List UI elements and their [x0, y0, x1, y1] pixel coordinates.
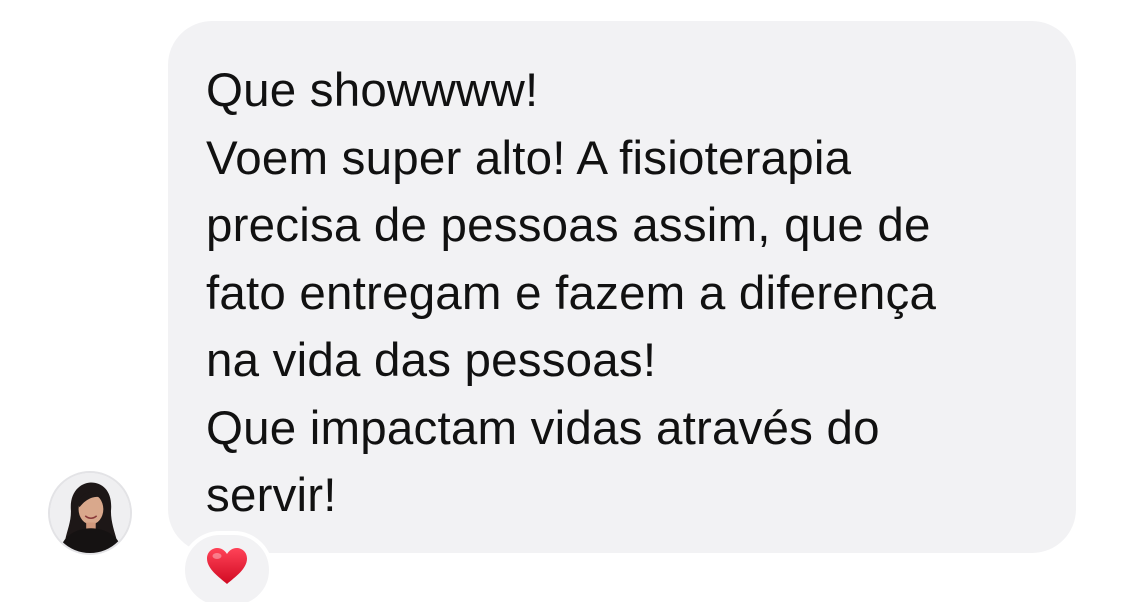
- red-heart-icon: [205, 546, 249, 586]
- message-bubble[interactable]: Que showwww! Voem super alto! A fisioter…: [168, 21, 1076, 553]
- message-line: fato entregam e fazem a diferença: [206, 266, 937, 320]
- message-line: Voem super alto! A fisioterapia: [206, 131, 852, 185]
- profile-photo-icon: [50, 473, 130, 553]
- reaction-badge[interactable]: [181, 531, 273, 602]
- message-line: precisa de pessoas assim, que de: [206, 199, 931, 252]
- message-line: Que showwww!: [206, 64, 539, 117]
- message-line: Que impactam vidas através do: [206, 401, 880, 455]
- avatar[interactable]: [48, 471, 132, 555]
- message-line: na vida das pessoas!: [206, 334, 657, 387]
- message-thread: Que showwww! Voem super alto! A fisioter…: [0, 0, 1146, 602]
- message-line: servir!: [206, 469, 337, 522]
